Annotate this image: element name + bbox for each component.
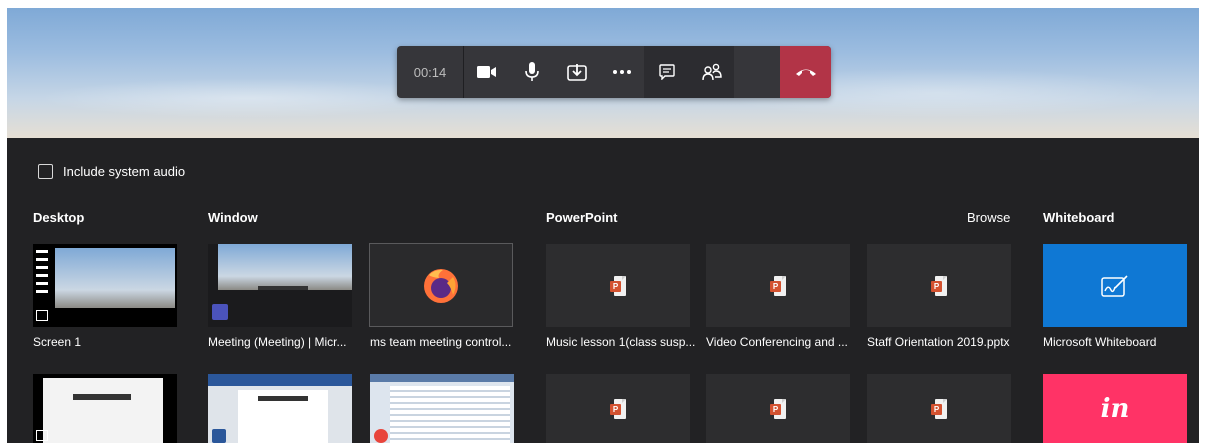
call-timer: 00:14 [397, 46, 464, 98]
share-tray: Include system audio Desktop Window Powe… [7, 138, 1199, 443]
more-options-icon [612, 70, 631, 74]
app-titlebar [370, 374, 514, 382]
list-preview [390, 386, 510, 443]
include-audio-label: Include system audio [63, 164, 186, 179]
preview-control-bar [73, 394, 131, 400]
secondary-controls [644, 46, 734, 98]
word-app-icon [212, 429, 226, 443]
whiteboard-label: Microsoft Whiteboard [1043, 335, 1157, 349]
ppt-file-2[interactable]: P [706, 244, 850, 327]
powerpoint-icon: P [931, 275, 947, 296]
browse-link[interactable]: Browse [967, 210, 1010, 225]
microphone-button[interactable] [509, 46, 554, 98]
window-outlook-thumbnail[interactable] [370, 374, 514, 443]
include-system-audio[interactable]: Include system audio [38, 164, 185, 179]
ppt-file-4[interactable]: P [546, 374, 690, 443]
document-preview [43, 378, 163, 443]
screen-2-thumbnail[interactable] [33, 374, 177, 443]
screen-preview [55, 248, 175, 308]
include-audio-checkbox[interactable] [38, 164, 53, 179]
participants-icon [701, 63, 722, 81]
hang-up-button[interactable] [780, 46, 831, 98]
window-preview [218, 244, 352, 290]
microsoft-whiteboard-tile[interactable] [1043, 244, 1187, 327]
chat-icon [658, 64, 675, 80]
participants-button[interactable] [689, 46, 734, 98]
word-ribbon [208, 374, 352, 386]
powerpoint-icon: P [610, 398, 626, 419]
window-word-thumbnail[interactable] [208, 374, 352, 443]
preview-control-bar [258, 396, 308, 401]
whiteboard-icon [1101, 274, 1128, 297]
firefox-icon [424, 269, 458, 303]
chat-button[interactable] [644, 46, 689, 98]
screen-share-icon [36, 310, 48, 321]
section-whiteboard: Whiteboard [1043, 210, 1115, 225]
invision-whiteboard-tile[interactable]: in [1043, 374, 1187, 443]
hang-up-icon [795, 69, 816, 76]
video-camera-icon [476, 66, 496, 78]
window-meeting-thumbnail[interactable] [208, 244, 352, 327]
share-button[interactable] [554, 46, 599, 98]
microphone-icon [524, 62, 539, 81]
ppt-file-3[interactable]: P [867, 244, 1011, 327]
powerpoint-icon: P [770, 275, 786, 296]
chrome-app-icon [374, 429, 388, 443]
invision-logo: in [1100, 393, 1130, 424]
window-meeting-label: Meeting (Meeting) | Micr... [208, 335, 347, 349]
ppt-file-1[interactable]: P [546, 244, 690, 327]
window-firefox-thumbnail[interactable] [369, 243, 513, 327]
ppt-file-3-label: Staff Orientation 2019.pptx [867, 335, 1010, 349]
meeting-control-bar: 00:14 [397, 46, 831, 98]
screen-share-icon [36, 430, 48, 441]
preview-control-bar [258, 286, 308, 290]
camera-button[interactable] [464, 46, 509, 98]
ppt-file-5[interactable]: P [706, 374, 850, 443]
window-firefox-label: ms team meeting control... [370, 335, 512, 349]
ppt-file-2-label: Video Conferencing and ... [706, 335, 848, 349]
section-window: Window [208, 210, 258, 225]
teams-app-icon [212, 304, 228, 320]
ppt-file-1-label: Music lesson 1(class susp... [546, 335, 696, 349]
powerpoint-icon: P [610, 275, 626, 296]
screen-1-thumbnail[interactable] [33, 244, 177, 327]
powerpoint-icon: P [931, 398, 947, 419]
more-actions-button[interactable] [599, 46, 644, 98]
desktop-icons [36, 250, 48, 296]
share-tray-icon [566, 64, 587, 81]
cloud [37, 78, 457, 118]
ppt-file-6[interactable]: P [867, 374, 1011, 443]
powerpoint-icon: P [770, 398, 786, 419]
screen-1-label: Screen 1 [33, 335, 82, 349]
section-powerpoint: PowerPoint [546, 210, 618, 225]
section-desktop: Desktop [33, 210, 85, 225]
